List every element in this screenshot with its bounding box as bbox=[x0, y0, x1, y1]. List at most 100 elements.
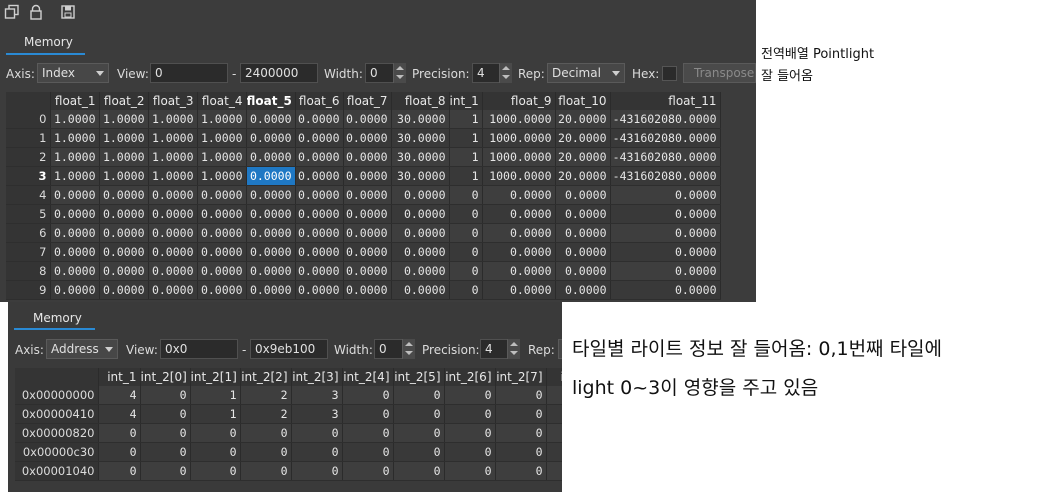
table-cell[interactable]: 1 bbox=[449, 110, 483, 129]
table-cell[interactable]: 30.0000 bbox=[391, 128, 450, 148]
table-cell[interactable]: 20.0000 bbox=[555, 147, 611, 167]
table-cell[interactable]: 0 bbox=[342, 461, 394, 481]
table-cell[interactable]: 0.0000 bbox=[610, 223, 721, 243]
column-header[interactable]: int_2[6] bbox=[444, 368, 496, 386]
table-row[interactable]: 8 0.0000 0.0000 0.0000 0.0000 0.0000 0.0000 0.0… bbox=[6, 261, 721, 281]
table-cell[interactable]: 1 bbox=[449, 128, 483, 148]
precision-input[interactable]: 4 bbox=[480, 339, 508, 359]
table-cell[interactable]: 0.0000 bbox=[391, 261, 450, 281]
table-cell[interactable]: 0.0000 bbox=[343, 166, 392, 186]
table-cell[interactable]: 1000.0000 bbox=[482, 166, 556, 186]
table-cell[interactable]: 0 bbox=[140, 423, 191, 443]
table-cell[interactable]: 0.0000 bbox=[50, 223, 100, 243]
table-cell[interactable]: 0 bbox=[140, 461, 191, 481]
view-end-input[interactable]: 0x9eb100 bbox=[250, 339, 328, 359]
table-cell[interactable]: 30.0000 bbox=[391, 110, 450, 129]
row-header[interactable]: 5 bbox=[6, 204, 51, 224]
axis-select[interactable]: Index bbox=[37, 63, 109, 83]
column-header[interactable]: int_2[4] bbox=[342, 368, 394, 386]
row-header[interactable]: 7 bbox=[6, 242, 51, 262]
table-cell[interactable]: 0 bbox=[449, 261, 483, 281]
table-cell[interactable]: -431602080.0000 bbox=[610, 166, 721, 186]
table-cell[interactable]: 0 bbox=[291, 442, 343, 462]
table-cell[interactable]: 0.0000 bbox=[295, 185, 344, 205]
table-cell[interactable]: 0.0000 bbox=[246, 204, 296, 224]
column-header[interactable]: int_2[2] bbox=[240, 368, 292, 386]
table-cell[interactable]: -431602080.0000 bbox=[610, 110, 721, 129]
table-cell[interactable] bbox=[546, 386, 562, 405]
table-cell[interactable]: 0 bbox=[291, 423, 343, 443]
row-header[interactable]: 0x00001040 bbox=[15, 461, 99, 481]
column-header[interactable]: float_6 bbox=[295, 92, 344, 110]
table-cell[interactable]: 0 bbox=[98, 461, 141, 481]
table-cell[interactable]: 1.0000 bbox=[148, 110, 198, 129]
table-cell[interactable]: 0 bbox=[444, 423, 496, 443]
table-cell[interactable] bbox=[546, 461, 562, 481]
table-cell[interactable]: 0 bbox=[444, 386, 496, 405]
table-cell[interactable]: 0.0000 bbox=[197, 261, 247, 281]
table-row[interactable]: 0x00000c30 0 0 0 0 0 0 0 0 0 bbox=[15, 442, 562, 462]
table-cell[interactable]: 1 bbox=[190, 404, 241, 424]
row-header[interactable]: 2 bbox=[6, 147, 51, 167]
table-cell[interactable]: 0.0000 bbox=[482, 261, 556, 281]
view-start-input[interactable]: 0 bbox=[150, 63, 228, 83]
table-cell[interactable]: 0.0000 bbox=[246, 110, 296, 129]
column-header[interactable]: int_1 bbox=[98, 368, 141, 386]
column-header[interactable]: in bbox=[546, 368, 562, 386]
tab-memory[interactable]: Memory bbox=[24, 35, 73, 49]
table-row[interactable]: 0x00000820 0 0 0 0 0 0 0 0 0 bbox=[15, 423, 562, 443]
table-cell[interactable]: 1.0000 bbox=[50, 110, 100, 129]
column-header[interactable]: float_4 bbox=[197, 92, 247, 110]
table-cell[interactable]: 1.0000 bbox=[99, 166, 149, 186]
table-cell[interactable]: 1.0000 bbox=[148, 128, 198, 148]
table-cell[interactable]: 0.0000 bbox=[99, 223, 149, 243]
table-cell[interactable]: 0 bbox=[342, 442, 394, 462]
row-header[interactable]: 3 bbox=[6, 166, 51, 186]
table-cell[interactable]: 0.0000 bbox=[295, 128, 344, 148]
table-cell[interactable]: 0.0000 bbox=[295, 242, 344, 262]
table-cell[interactable]: 0 bbox=[140, 386, 191, 405]
transpose-button[interactable]: Transpose bbox=[683, 63, 756, 83]
row-header[interactable]: 4 bbox=[6, 185, 51, 205]
table-cell[interactable]: 0.0000 bbox=[295, 147, 344, 167]
table-cell[interactable]: 0.0000 bbox=[197, 280, 247, 300]
table-row[interactable]: 4 0.0000 0.0000 0.0000 0.0000 0.0000 0.0000 0.0… bbox=[6, 185, 721, 205]
width-stepper[interactable] bbox=[402, 339, 415, 359]
table-cell[interactable]: 0.0000 bbox=[197, 204, 247, 224]
table-cell[interactable]: 1.0000 bbox=[148, 166, 198, 186]
table-cell[interactable]: 0 bbox=[240, 442, 292, 462]
table-cell[interactable]: 30.0000 bbox=[391, 166, 450, 186]
table-cell[interactable]: 0.0000 bbox=[295, 280, 344, 300]
table-cell[interactable]: 0 bbox=[240, 423, 292, 443]
table-cell[interactable]: 2 bbox=[240, 404, 292, 424]
precision-stepper[interactable] bbox=[507, 339, 520, 359]
table-cell[interactable]: 0.0000 bbox=[610, 280, 721, 300]
table-cell[interactable]: 0.0000 bbox=[391, 242, 450, 262]
row-header[interactable]: 0x00000000 bbox=[15, 386, 99, 405]
table-cell[interactable]: 0 bbox=[240, 461, 292, 481]
column-header[interactable]: int_2[0] bbox=[140, 368, 191, 386]
table-cell[interactable]: 0.0000 bbox=[391, 185, 450, 205]
lock-icon[interactable] bbox=[28, 4, 44, 20]
table-cell[interactable]: 0.0000 bbox=[246, 166, 296, 186]
view-end-input[interactable]: 2400000 bbox=[240, 63, 318, 83]
table-cell[interactable]: 0.0000 bbox=[343, 110, 392, 129]
table-cell[interactable]: 0 bbox=[449, 223, 483, 243]
table-cell[interactable]: 0.0000 bbox=[148, 242, 198, 262]
table-cell[interactable]: 0.0000 bbox=[197, 223, 247, 243]
table-cell[interactable]: 1.0000 bbox=[50, 166, 100, 186]
table-cell[interactable]: 0.0000 bbox=[99, 280, 149, 300]
table-cell[interactable]: 1000.0000 bbox=[482, 128, 556, 148]
table-cell[interactable]: 0 bbox=[495, 404, 547, 424]
table-cell[interactable]: -431602080.0000 bbox=[610, 128, 721, 148]
table-cell[interactable]: 1 bbox=[190, 386, 241, 405]
width-stepper[interactable] bbox=[393, 63, 406, 83]
table-cell[interactable]: 0.0000 bbox=[246, 185, 296, 205]
table-cell[interactable]: 0 bbox=[140, 442, 191, 462]
table-row[interactable]: 1 1.0000 1.0000 1.0000 1.0000 0.0000 0.0000 0.0… bbox=[6, 128, 721, 148]
column-header[interactable]: float_1 bbox=[50, 92, 100, 110]
table-row[interactable]: 7 0.0000 0.0000 0.0000 0.0000 0.0000 0.0000 0.0… bbox=[6, 242, 721, 262]
table-cell[interactable]: 0.0000 bbox=[482, 280, 556, 300]
table-cell[interactable]: 0 bbox=[190, 423, 241, 443]
table-cell[interactable] bbox=[546, 404, 562, 424]
